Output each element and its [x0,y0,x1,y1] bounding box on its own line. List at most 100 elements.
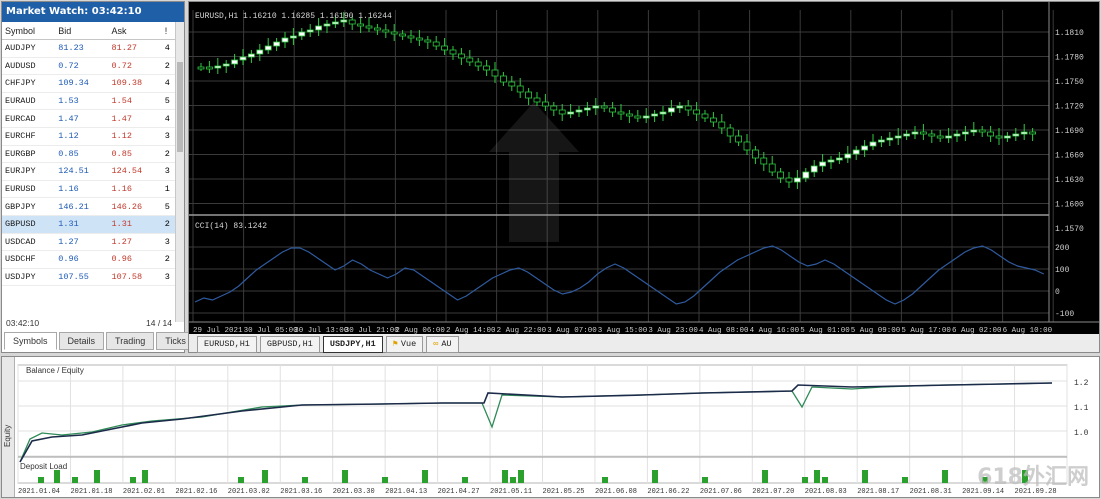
equity-date-label: 2021.02.16 [175,488,217,496]
deposit-load-bar [652,470,658,483]
time-axis-label: 5 Aug 01:00 [800,327,850,334]
candle-body [298,31,306,37]
candle-body [357,23,365,27]
symbol-bid: 1.12 [55,127,109,146]
candle-body [953,133,961,137]
market-watch-scrollbar[interactable] [175,22,184,322]
candle-body [550,105,558,111]
deposit-load-bar [302,477,308,483]
symbol-symbol: CHFJPY [2,74,56,93]
candle-body [432,41,440,47]
symbol-row[interactable]: USDCAD 1.27 1.27 3 [2,233,178,252]
price-chart[interactable]: EURUSD,H1 1.16210 1.16285 1.16190 1.1624… [189,2,1099,334]
candle-body [752,149,759,159]
deposit-load-bar [602,477,608,483]
equity-date-label: 2021.07.20 [752,488,794,496]
candle-body [390,31,398,35]
candle-body [609,107,617,113]
chart-tab-0[interactable]: EURUSD,H1 [197,336,257,353]
symbol-row[interactable]: GBPUSD 1.31 1.31 2 [2,215,178,234]
symbol-bid: 107.55 [55,268,109,287]
equity-date-label: 2021.06.08 [595,488,637,496]
candle-body [248,53,255,58]
symbol-ask: 146.26 [108,197,162,216]
candle-body [441,45,449,51]
symbol-row[interactable]: AUDJPY 81.23 81.27 4 [2,39,178,58]
chart-tab-1[interactable]: GBPUSD,H1 [259,336,320,353]
symbol-row[interactable]: USDCHF 0.96 0.96 2 [2,250,178,269]
column-header-1[interactable]: Bid [55,22,109,40]
candle-body [667,107,675,113]
symbol-row[interactable]: EURCHF 1.12 1.12 3 [2,127,178,146]
symbol-row[interactable]: EURGBP 0.85 0.85 2 [2,145,178,164]
candle-body [785,177,793,183]
market-watch-panel: Market Watch: 03:42:10 Symbol Bid Ask! AUD… [1,1,195,353]
candle-body [836,157,843,161]
symbol-row[interactable]: EURCAD 1.47 1.47 4 [2,109,178,128]
equity-date-label: 2021.03.16 [280,488,322,496]
symbol-row[interactable]: EURUSD 1.16 1.16 1 [2,180,178,199]
price-axis-label: 1.1780 [1055,54,1084,63]
candle-body [878,139,885,143]
symbol-ask: 0.85 [108,145,162,164]
equity-date-label: 2021.02.01 [123,488,165,496]
symbol-bid: 109.34 [55,74,109,93]
candle-body [239,56,247,61]
candle-body [583,107,591,111]
column-header-0[interactable]: Symbol [2,22,56,40]
candle-body [978,129,986,133]
candle-body [197,66,205,70]
candle-body [1012,133,1020,137]
chart-tab-3[interactable]: ⚑ Vue [385,336,424,353]
equity-date-label: 2021.03.02 [228,488,270,496]
symbol-ask: 109.38 [108,74,162,93]
equity-date-label: 2021.07.06 [700,488,742,496]
scrollbar-thumb[interactable] [177,62,183,152]
chart-tab-2[interactable]: USDJPY,H1 [322,336,383,353]
time-axis-label: 30 Jul 05:00 [244,327,299,334]
chart-window: EURUSD,H1 1.16210 1.16285 1.16190 1.1624… [188,1,1100,353]
candle-body [541,101,549,107]
candle-body [1004,135,1011,139]
symbol-bid: 0.96 [55,250,109,269]
candle-body [819,161,826,167]
deposit-load-bar [262,470,268,483]
candle-body [987,131,994,137]
candle-body [777,171,784,179]
symbol-row[interactable]: CHFJPY 109.34 109.38 4 [2,74,178,93]
chart-tab-label: AU [441,339,452,349]
column-header-2[interactable]: Ask [108,22,162,40]
candle-body [676,105,684,109]
chart-tab-label: USDJPY,H1 [329,339,376,349]
symbol-row[interactable]: GBPJPY 146.21 146.26 5 [2,197,178,216]
price-axis-label: 1.1570 [1055,225,1084,234]
market-watch-tab-2[interactable]: Trading [106,332,155,350]
symbol-row[interactable]: USDJPY 107.55 107.58 3 [2,268,178,287]
equity-chart[interactable]: Balance / Equity Deposit Load 1.2 1.1 1.0 202… [2,357,1099,497]
deposit-load-bar [942,470,948,483]
deposit-load-bar [802,477,808,483]
candle-body [491,69,499,77]
symbol-row[interactable]: EURJPY 124.51 124.54 3 [2,162,178,181]
chart-tab-4[interactable]: ∞ AU [426,336,459,353]
symbol-ask: 1.12 [108,127,162,146]
candle-body [222,63,230,67]
candle-body [768,163,776,173]
candle-body [273,41,280,47]
equity-date-label: 2021.08.31 [910,488,952,496]
symbol-symbol: AUDJPY [2,39,56,58]
market-watch-tab-1[interactable]: Details [58,332,105,350]
market-watch-tab-0[interactable]: Symbols [4,332,57,350]
deposit-load-bar [342,470,348,483]
symbol-row[interactable]: AUDUSD 0.72 0.72 2 [2,57,178,76]
time-axis-label: 3 Aug 23:00 [648,327,698,334]
candle-body [449,49,457,55]
symbol-row[interactable]: EURAUD 1.53 1.54 5 [2,92,178,111]
market-watch-time: 03:42:10 [6,318,40,328]
price-axis-label: 1.1750 [1055,78,1084,87]
candle-body [928,133,936,137]
candle-body [617,111,625,115]
candle-body [802,171,810,179]
candle-body [894,135,902,139]
chart-tab-label: EURUSD,H1 [204,339,250,349]
